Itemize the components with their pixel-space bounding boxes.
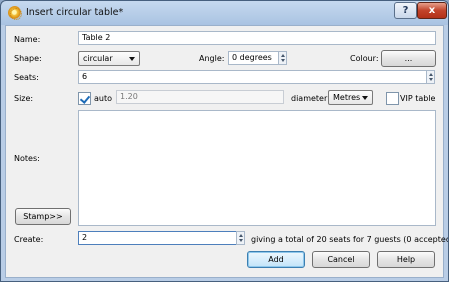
title-help-button[interactable]: ? — [394, 2, 417, 19]
window-title: Insert circular table* — [26, 7, 124, 18]
angle-label: Angle: — [199, 54, 225, 63]
seats-label: Seats: — [14, 73, 39, 82]
seat-summary-text: giving a total of 20 seats for 7 guests … — [251, 235, 449, 244]
colour-label: Colour: — [350, 54, 379, 63]
vip-table-label: VIP table — [400, 94, 436, 103]
help-button[interactable]: Help — [377, 251, 435, 268]
seats-spinner-icon[interactable] — [426, 70, 435, 84]
table-app-icon — [8, 6, 22, 20]
unit-select[interactable]: Metres — [328, 90, 373, 105]
dialog-content: Name: Table 2 Shape: circular Angle: 0 d… — [5, 25, 448, 278]
diameter-label: diameter — [291, 94, 328, 103]
title-bar[interactable]: Insert circular table* ? x — [1, 1, 448, 25]
size-field: 1.20 — [116, 90, 284, 104]
name-field[interactable]: Table 2 — [78, 31, 436, 45]
notes-field[interactable] — [78, 110, 436, 226]
shape-dropdown-arrow-icon — [129, 57, 135, 61]
cancel-button[interactable]: Cancel — [312, 251, 370, 268]
unit-select-value: Metres — [333, 93, 361, 102]
shape-label: Shape: — [14, 54, 42, 63]
create-label: Create: — [14, 235, 44, 244]
auto-label: auto — [94, 94, 113, 103]
angle-spinner-icon[interactable] — [278, 51, 287, 65]
auto-size-checkbox[interactable] — [78, 92, 91, 105]
angle-field[interactable]: 0 degrees — [228, 51, 280, 65]
create-count-spinner-icon[interactable] — [236, 231, 245, 245]
stamp-button[interactable]: Stamp>> — [15, 208, 71, 225]
insert-circular-table-dialog: Insert circular table* ? x Name: Table 2… — [0, 0, 449, 282]
create-count-field[interactable]: 2 — [78, 231, 237, 245]
close-button[interactable]: x — [417, 2, 447, 19]
seats-field[interactable]: 6 — [78, 70, 427, 84]
size-label: Size: — [14, 94, 34, 103]
vip-table-checkbox[interactable] — [386, 92, 399, 105]
shape-select-value: circular — [83, 54, 113, 63]
colour-picker-button[interactable]: ... — [381, 50, 436, 67]
notes-label: Notes: — [14, 154, 40, 163]
shape-select[interactable]: circular — [78, 51, 140, 66]
unit-dropdown-arrow-icon — [362, 96, 368, 100]
add-button[interactable]: Add — [247, 251, 305, 268]
name-label: Name: — [14, 35, 41, 44]
